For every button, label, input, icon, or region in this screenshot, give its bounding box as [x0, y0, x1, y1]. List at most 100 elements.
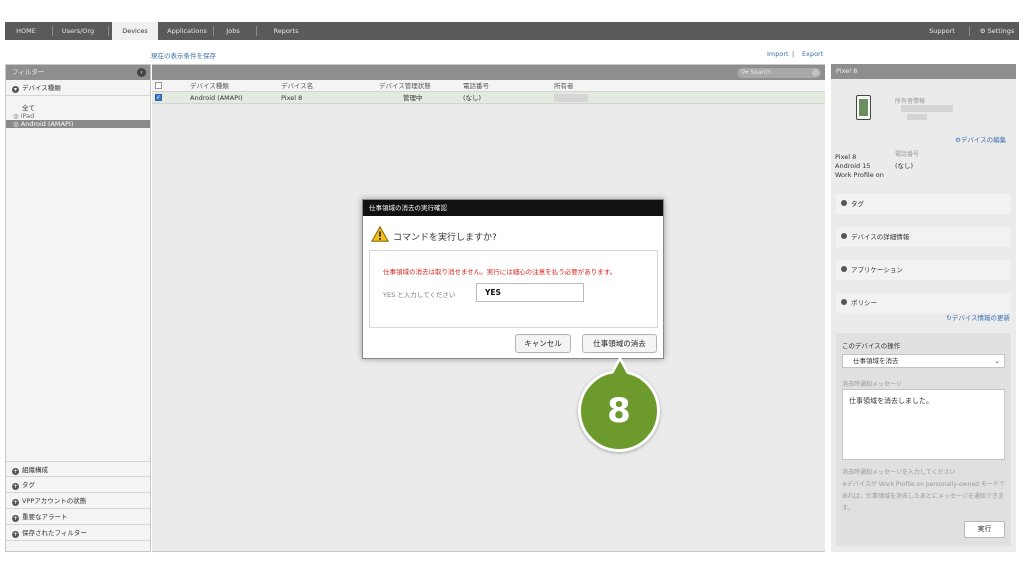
collapse-icon[interactable]: ‹ [137, 68, 146, 77]
edit-device-link[interactable]: ⚙デバイスの編集 [955, 134, 1006, 144]
column-header-owner[interactable]: 所有者 [554, 80, 574, 92]
operation-select-value: 仕事領域を消去 [853, 357, 899, 365]
device-profile: Work Profile on [835, 171, 884, 179]
phone-value: (なし) [895, 162, 914, 170]
wipe-work-profile-button[interactable]: 仕事領域の消去 [582, 334, 657, 353]
search-input[interactable]: ⚲▾ Search [737, 68, 821, 78]
clear-icon[interactable] [812, 69, 819, 76]
plus-icon: + [12, 531, 19, 538]
refresh-label: デバイス情報の更新 [951, 314, 1010, 322]
profile-note: ※デバイスが Work Profile on personally-owned … [842, 481, 1005, 512]
edit-device-label: デバイスの編集 [960, 136, 1007, 144]
filter-item-all[interactable]: 全て [6, 104, 150, 112]
import-link[interactable]: Import [767, 50, 789, 58]
nav-separator [969, 26, 970, 36]
plus-icon: + [12, 515, 19, 522]
message-hint: 消去時通知メッセージを入力してください [842, 469, 956, 476]
confirm-dialog: 仕事領域の消去の実行確認 コマンドを実行しますか? 仕事領域の消去は取り消せませ… [362, 199, 664, 359]
dialog-title: 仕事領域の消去の実行確認 [363, 200, 663, 216]
device-name: Pixel 8 [835, 153, 857, 161]
chevron-down-icon: ⌄ [994, 357, 1000, 365]
tab-devices[interactable]: Devices [112, 22, 158, 40]
owner-label: 所有者情報 [895, 98, 926, 105]
plus-icon: + [12, 499, 19, 506]
plus-icon: + [12, 468, 19, 475]
tab-reports[interactable]: Reports [265, 22, 307, 40]
section-label: 組織構成 [22, 466, 48, 474]
expand-icon: ▾ [12, 86, 19, 93]
plus-icon [841, 233, 847, 239]
link-separator: | [792, 50, 795, 58]
section-tag[interactable]: + タグ [6, 477, 150, 493]
table-row[interactable]: ✓ Android (AMAPI) Pixel 8 管理中 (なし) [152, 92, 825, 104]
app-root: HOME Users/Org Devices Applications Jobs… [0, 0, 1024, 576]
tab-home[interactable]: HOME [5, 22, 47, 40]
tab-applications[interactable]: Applications [163, 22, 211, 40]
message-textarea[interactable]: 仕事領域を消去しました。 [842, 389, 1005, 460]
section-saved-filters[interactable]: + 保存されたフィルター [6, 525, 150, 541]
section-label: アプリケーション [851, 266, 903, 274]
ops-title: このデバイスの操作 [842, 342, 901, 350]
section-device-details[interactable]: デバイスの詳細情報 [836, 227, 1011, 247]
support-link[interactable]: Support [920, 22, 964, 40]
nav-separator [256, 26, 257, 36]
select-all-checkbox[interactable] [155, 82, 162, 89]
nav-separator [213, 26, 214, 36]
filter-item-ipad[interactable]: ◎ iPad [6, 112, 150, 120]
device-summary: 所有者情報 ⚙デバイスの編集 電話番号 (なし) Pixel 8 Android… [831, 79, 1016, 179]
sub-bar: 現在の表示条件を保存 Import | Export [5, 47, 825, 61]
refresh-device-link[interactable]: ↻デバイス情報の更新 [946, 312, 1010, 322]
nav-separator [52, 26, 53, 36]
top-nav: HOME Users/Org Devices Applications Jobs… [5, 22, 1019, 40]
settings-link[interactable]: ⚙ Settings [975, 22, 1019, 40]
device-type-section[interactable]: ▾ デバイス種類 [6, 80, 150, 96]
column-header-status[interactable]: デバイス管理状態 [379, 80, 431, 92]
section-label: VPPアカウントの状態 [22, 497, 87, 505]
column-header-type[interactable]: デバイス種類 [190, 80, 229, 92]
cancel-button[interactable]: キャンセル [515, 334, 571, 353]
device-operations: このデバイスの操作 仕事領域を消去 ⌄ 消去時通知メッセージ 仕事領域を消去しま… [836, 333, 1011, 546]
filter-item-android[interactable]: ◎ Android (AMAPI) [6, 120, 150, 128]
row-checkbox[interactable]: ✓ [155, 94, 162, 101]
column-header-name[interactable]: デバイス名 [281, 80, 313, 92]
filter-panel-header: フィルター ‹ [6, 65, 150, 80]
execute-button[interactable]: 実行 [964, 521, 1005, 538]
detail-header: Pixel 8 [831, 64, 1016, 79]
section-label: 保存されたフィルター [22, 529, 87, 537]
section-applications[interactable]: アプリケーション [836, 260, 1011, 280]
settings-label: Settings [987, 27, 1015, 35]
cell-type: Android (AMAPI) [190, 94, 243, 102]
confirm-input[interactable]: YES [476, 283, 584, 302]
section-label: 重要なアラート [22, 513, 68, 521]
section-label: タグ [851, 200, 864, 208]
cell-owner-redacted [554, 94, 588, 102]
section-label: タグ [22, 481, 35, 489]
save-view-link[interactable]: 現在の表示条件を保存 [151, 50, 216, 60]
tab-jobs[interactable]: Jobs [218, 22, 248, 40]
filter-item-label: Android (AMAPI) [20, 120, 74, 128]
filter-panel: フィルター ‹ ▾ デバイス種類 全て ◎ iPad ◎ Android (AMA… [5, 64, 151, 552]
filter-panel-title: フィルター [12, 68, 45, 76]
nav-separator [108, 26, 109, 36]
column-header-phone[interactable]: 電話番号 [463, 80, 489, 92]
badge-pointer-fill [613, 361, 627, 374]
cell-name: Pixel 8 [281, 94, 303, 102]
filter-bottom-sections: + 組織構成 + タグ + VPPアカウントの状態 + 重要なアラート + 保存されたフィ… [6, 461, 150, 541]
section-tags[interactable]: タグ [836, 194, 1011, 214]
section-vpp[interactable]: + VPPアカウントの状態 [6, 493, 150, 509]
cell-phone: (なし) [463, 94, 482, 102]
operation-select[interactable]: 仕事領域を消去 ⌄ [842, 354, 1005, 368]
section-policy[interactable]: ポリシー [836, 293, 1011, 313]
phone-label: 電話番号 [895, 151, 920, 158]
section-org[interactable]: + 組織構成 [6, 461, 150, 477]
search-icon: ⚲▾ [741, 69, 749, 76]
step-badge: 8 [578, 370, 660, 452]
tab-users-org[interactable]: Users/Org [55, 22, 101, 40]
filter-item-label: iPad [20, 112, 35, 120]
confirm-input-label: YES と入力してください [383, 291, 456, 299]
plus-icon [841, 299, 847, 305]
plus-icon [841, 266, 847, 272]
section-alerts[interactable]: + 重要なアラート [6, 509, 150, 525]
export-link[interactable]: Export [802, 50, 823, 58]
radio-icon: ◎ [13, 120, 21, 128]
